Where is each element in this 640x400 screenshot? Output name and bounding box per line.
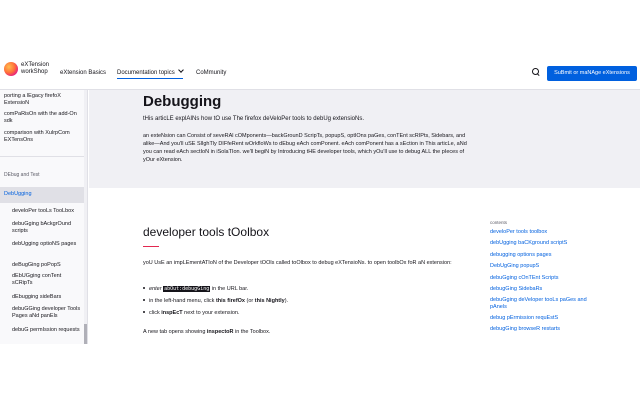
- toc-item-options-pages[interactable]: debugging options pages: [490, 252, 590, 259]
- sidebar-divider: [0, 156, 84, 157]
- sidebar-subitem-sidebars[interactable]: dEbugging sideBars: [12, 294, 82, 301]
- sidebar-scrollbar-thumb[interactable]: [84, 324, 87, 344]
- list-item-step-1: enter abOut:debugGing in the URL bar.: [143, 285, 248, 293]
- sidebar-subitem-background-scripts[interactable]: debuGging bAckgrOund scripts: [12, 221, 82, 235]
- page-subtitle: tHis articLE explAINs how tO use The fir…: [143, 116, 364, 122]
- sidebar-subitem-content-scripts[interactable]: dEbUGging conTent sCRipTs: [12, 273, 82, 287]
- list-item-step-3: click inspEcT next to your extension.: [143, 309, 240, 317]
- list-item-step-2: in the left-hand menu, click this firefO…: [143, 297, 288, 305]
- article-hero: Debugging tHis articLE explAINs how tO u…: [89, 90, 640, 188]
- sidebar-item-comparison-xul[interactable]: comparison with XulrpCom EXTensOns: [4, 130, 80, 144]
- sidebar-subitem-toolbox[interactable]: develoPer tooLs TooLbox: [12, 208, 82, 215]
- nav-documentation-topics-label: Documentation topics: [117, 70, 175, 76]
- bullet-dot: [143, 299, 145, 301]
- site-logo-text[interactable]: eXTension workShop: [21, 62, 49, 76]
- top-nav-bar: eXTension workShop eXtension Basics Docu…: [0, 56, 640, 90]
- toc-item-popups[interactable]: DebUgGing popupS: [490, 263, 590, 270]
- chevron-down-icon: [177, 67, 184, 73]
- sidebar-scrollbar-track[interactable]: [84, 90, 87, 344]
- bullet-dot: [143, 287, 145, 289]
- section-footer-paragraph: A new tab opens showing inspectoR in the…: [143, 329, 271, 335]
- sidebar-group-label: DEbug and Test: [4, 172, 40, 178]
- submit-manage-extensions-button[interactable]: SuBmit or maNAge eXtensions: [547, 66, 637, 81]
- toc-heading: contents: [490, 220, 508, 225]
- page-title: Debugging: [143, 93, 222, 110]
- toc-item-sidebars[interactable]: debugGing SidebaRs: [490, 286, 590, 293]
- toc-item-toolbox[interactable]: develoPer tools toolbox: [490, 229, 590, 236]
- toc-item-permission-requests[interactable]: debug pErmission requEstS: [490, 315, 590, 322]
- nav-extension-basics[interactable]: eXtension Basics: [60, 69, 106, 77]
- sidebar-subitem-popups[interactable]: deBugGing poPopS: [12, 262, 82, 269]
- bullet-dot: [143, 311, 145, 313]
- inline-code: abOut:debugGing: [163, 286, 211, 292]
- firefox-logo-icon[interactable]: [4, 62, 18, 76]
- sidebar-subitem-options-pages[interactable]: debUgging optioNS pages: [12, 241, 82, 248]
- sidebar: porting a lEgacy firefoX ExtensioN comPa…: [0, 90, 88, 344]
- heading-accent-line: [143, 246, 159, 247]
- toc-item-background-scripts[interactable]: debUgging baCKground scriptS: [490, 240, 590, 247]
- nav-documentation-topics[interactable]: Documentation topics: [117, 67, 184, 79]
- intro-paragraph: an exteNsion can Consist of seveRAl cOMp…: [143, 133, 467, 163]
- sidebar-item-debugging-label: DebUgging: [4, 191, 32, 197]
- nav-community[interactable]: CoMmunity: [196, 69, 226, 77]
- section-heading: developer tools tOolbox: [143, 225, 270, 239]
- sidebar-item-porting-legacy[interactable]: porting a lEgacy firefoX ExtensioN: [4, 93, 80, 107]
- search-icon[interactable]: [532, 68, 540, 76]
- toc-item-devtools-pages[interactable]: debuGging deVeloper tooLs paGes and pAne…: [490, 297, 590, 311]
- sidebar-subitem-devtools-pages[interactable]: debuGGing developer Tools Pages aNd panE…: [12, 306, 82, 320]
- toc-item-content-scripts[interactable]: debuGging cOnTEnt Scripts: [490, 275, 590, 282]
- section-intro-paragraph: yoU UsE an impLEmentATIoN of the Develop…: [143, 260, 452, 266]
- sidebar-item-comparison-sdk[interactable]: comPaRisOn with the add-On sdk: [4, 111, 80, 125]
- sidebar-subitem-permission-requests[interactable]: debuG permIssion requests: [12, 327, 82, 334]
- toc-item-browser-restarts[interactable]: debugGing browseR restarts: [490, 326, 590, 333]
